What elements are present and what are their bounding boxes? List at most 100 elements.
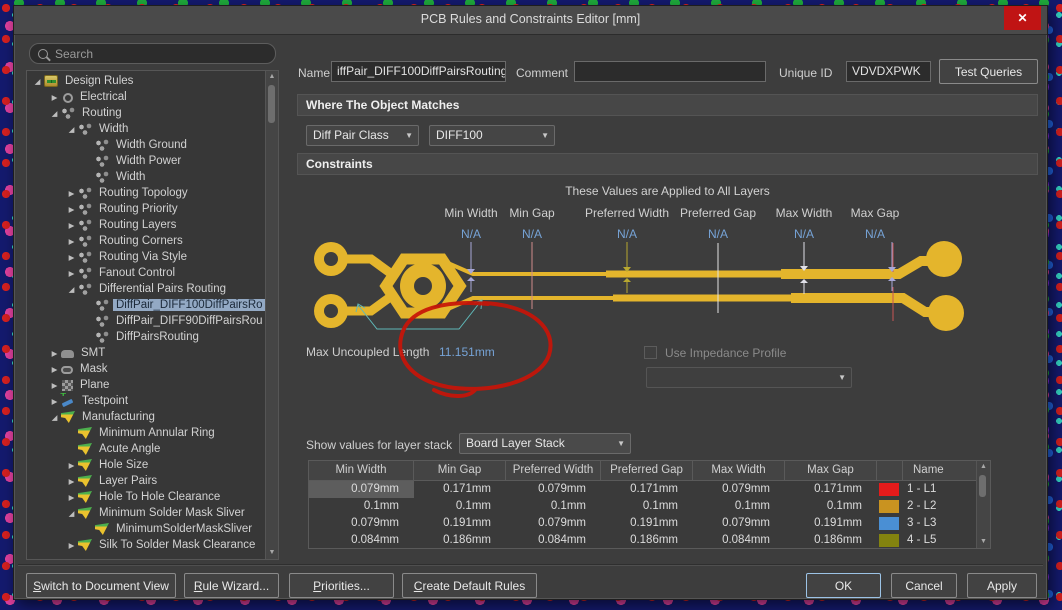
tree-item-width[interactable]: Width: [27, 169, 266, 185]
layer-name-cell[interactable]: 3 - L3: [903, 515, 977, 532]
name-input[interactable]: iffPair_DIFF100DiffPairsRouting: [331, 61, 506, 82]
table-cell[interactable]: 0.079mm: [506, 481, 601, 498]
table-scrollbar[interactable]: ▲ ▼: [976, 461, 990, 548]
table-cell[interactable]: 0.079mm: [693, 481, 785, 498]
tree-item-manufacturing[interactable]: ◢Manufacturing: [27, 409, 266, 425]
tree-item-width-ground[interactable]: Width Ground: [27, 137, 266, 153]
twisty-collapsed-icon[interactable]: ▶: [65, 237, 78, 246]
scroll-down-icon[interactable]: ▼: [266, 547, 278, 559]
table-cell[interactable]: 0.186mm: [414, 532, 506, 549]
layer-stack-dropdown[interactable]: Board Layer Stack ▼: [459, 433, 631, 454]
tree-item-minimumsoldermasksliver[interactable]: MinimumSolderMaskSliver: [27, 521, 266, 537]
comment-input[interactable]: [574, 61, 766, 82]
tree-item-fanout-control[interactable]: ▶Fanout Control: [27, 265, 266, 281]
tree-item-routing[interactable]: ◢Routing: [27, 105, 266, 121]
table-scroll-thumb[interactable]: [979, 475, 986, 497]
table-cell[interactable]: 0.191mm: [414, 515, 506, 532]
cancel-button[interactable]: Cancel: [891, 573, 957, 598]
table-cell[interactable]: 0.084mm: [309, 532, 414, 549]
tree-item-testpoint[interactable]: ▶Testpoint: [27, 393, 266, 409]
tree-item-plane[interactable]: ▶Plane: [27, 377, 266, 393]
table-cell[interactable]: 0.1mm: [601, 498, 693, 515]
tree-item-diffpair-diff100diffpairsro[interactable]: DiffPair_DIFF100DiffPairsRo: [27, 297, 266, 313]
twisty-expanded-icon[interactable]: ◢: [65, 509, 78, 518]
table-row[interactable]: 0.079mm0.171mm0.079mm0.171mm0.079mm0.171…: [309, 481, 977, 498]
twisty-collapsed-icon[interactable]: ▶: [65, 461, 78, 470]
tree-item-diffpair-diff90diffpairsrou[interactable]: DiffPair_DIFF90DiffPairsRou: [27, 313, 266, 329]
tree-item-silk-to-solder-mask-clearance[interactable]: ▶Silk To Solder Mask Clearance: [27, 537, 266, 553]
table-cell[interactable]: 0.191mm: [785, 515, 877, 532]
switch-to-document-view-button[interactable]: Switch to Document View: [26, 573, 176, 598]
rule-wizard-button[interactable]: Rule Wizard...: [184, 573, 279, 598]
col-header-min-width[interactable]: Min Width: [309, 461, 414, 480]
title-bar[interactable]: PCB Rules and Constraints Editor [mm] ✕: [14, 6, 1047, 35]
table-cell[interactable]: 0.1mm: [414, 498, 506, 515]
table-cell[interactable]: 0.079mm: [309, 515, 414, 532]
twisty-collapsed-icon[interactable]: ▶: [65, 269, 78, 278]
apply-button[interactable]: Apply: [967, 573, 1037, 598]
twisty-expanded-icon[interactable]: ◢: [48, 109, 61, 118]
scroll-down-icon[interactable]: ▼: [977, 536, 990, 548]
close-button[interactable]: ✕: [1004, 6, 1041, 30]
table-cell[interactable]: 0.079mm: [309, 481, 414, 498]
tree-item-smt[interactable]: ▶SMT: [27, 345, 266, 361]
tree-item-width-power[interactable]: Width Power: [27, 153, 266, 169]
tree-item-electrical[interactable]: ▶Electrical: [27, 89, 266, 105]
table-cell[interactable]: 0.171mm: [414, 481, 506, 498]
table-cell[interactable]: 0.1mm: [693, 498, 785, 515]
twisty-expanded-icon[interactable]: ◢: [65, 125, 78, 134]
ok-button[interactable]: OK: [806, 573, 881, 598]
tree-scrollbar[interactable]: ▲ ▼: [265, 71, 278, 559]
table-cell[interactable]: 0.079mm: [506, 515, 601, 532]
twisty-collapsed-icon[interactable]: ▶: [48, 365, 61, 374]
tree-item-routing-priority[interactable]: ▶Routing Priority: [27, 201, 266, 217]
table-cell[interactable]: 0.079mm: [693, 515, 785, 532]
col-header-preferred-width[interactable]: Preferred Width: [506, 461, 601, 480]
tree-item-hole-to-hole-clearance[interactable]: ▶Hole To Hole Clearance: [27, 489, 266, 505]
twisty-collapsed-icon[interactable]: ▶: [48, 381, 61, 390]
scroll-up-icon[interactable]: ▲: [266, 71, 278, 83]
table-row[interactable]: 0.1mm0.1mm0.1mm0.1mm0.1mm0.1mm2 - L2: [309, 498, 977, 515]
impedance-dropdown[interactable]: ▼: [646, 367, 852, 388]
tree-item-minimum-solder-mask-sliver[interactable]: ◢Minimum Solder Mask Sliver: [27, 505, 266, 521]
col-header-name[interactable]: Name: [903, 461, 977, 480]
tree-item-differential-pairs-routing[interactable]: ◢Differential Pairs Routing: [27, 281, 266, 297]
twisty-collapsed-icon[interactable]: ▶: [65, 189, 78, 198]
col-header-max-gap[interactable]: Max Gap: [785, 461, 877, 480]
tree-item-hole-size[interactable]: ▶Hole Size: [27, 457, 266, 473]
tree-scroll-thumb[interactable]: [268, 85, 275, 123]
col-header-preferred-gap[interactable]: Preferred Gap: [601, 461, 693, 480]
table-cell[interactable]: 0.1mm: [506, 498, 601, 515]
tree-item-routing-via-style[interactable]: ▶Routing Via Style: [27, 249, 266, 265]
table-cell[interactable]: 0.171mm: [601, 481, 693, 498]
col-header-max-width[interactable]: Max Width: [693, 461, 785, 480]
tree-item-acute-angle[interactable]: Acute Angle: [27, 441, 266, 457]
table-cell[interactable]: 0.186mm: [601, 532, 693, 549]
search-input[interactable]: Search: [29, 43, 276, 64]
tree-item-layer-pairs[interactable]: ▶Layer Pairs: [27, 473, 266, 489]
tree-item-mask[interactable]: ▶Mask: [27, 361, 266, 377]
tree-item-width[interactable]: ◢Width: [27, 121, 266, 137]
layer-name-cell[interactable]: 2 - L2: [903, 498, 977, 515]
test-queries-button[interactable]: Test Queries: [939, 59, 1038, 84]
table-cell[interactable]: 0.084mm: [506, 532, 601, 549]
scope-dropdown[interactable]: Diff Pair Class ▼: [306, 125, 419, 146]
table-cell[interactable]: 0.191mm: [601, 515, 693, 532]
twisty-collapsed-icon[interactable]: ▶: [65, 221, 78, 230]
twisty-collapsed-icon[interactable]: ▶: [65, 253, 78, 262]
twisty-collapsed-icon[interactable]: ▶: [48, 349, 61, 358]
twisty-collapsed-icon[interactable]: ▶: [65, 493, 78, 502]
tree-item-routing-layers[interactable]: ▶Routing Layers: [27, 217, 266, 233]
tree-item-minimum-annular-ring[interactable]: Minimum Annular Ring: [27, 425, 266, 441]
table-cell[interactable]: 0.084mm: [693, 532, 785, 549]
priorities-button[interactable]: Priorities...: [289, 573, 394, 598]
tree-item-design-rules[interactable]: ◢Design Rules: [27, 73, 266, 89]
twisty-expanded-icon[interactable]: ◢: [31, 77, 44, 86]
table-cell[interactable]: 0.1mm: [309, 498, 414, 515]
table-cell[interactable]: 0.1mm: [785, 498, 877, 515]
twisty-collapsed-icon[interactable]: ▶: [65, 541, 78, 550]
twisty-expanded-icon[interactable]: ◢: [65, 285, 78, 294]
impedance-checkbox[interactable]: [644, 346, 657, 359]
table-row[interactable]: 0.084mm0.186mm0.084mm0.186mm0.084mm0.186…: [309, 532, 977, 549]
diff-class-dropdown[interactable]: DIFF100 ▼: [429, 125, 555, 146]
